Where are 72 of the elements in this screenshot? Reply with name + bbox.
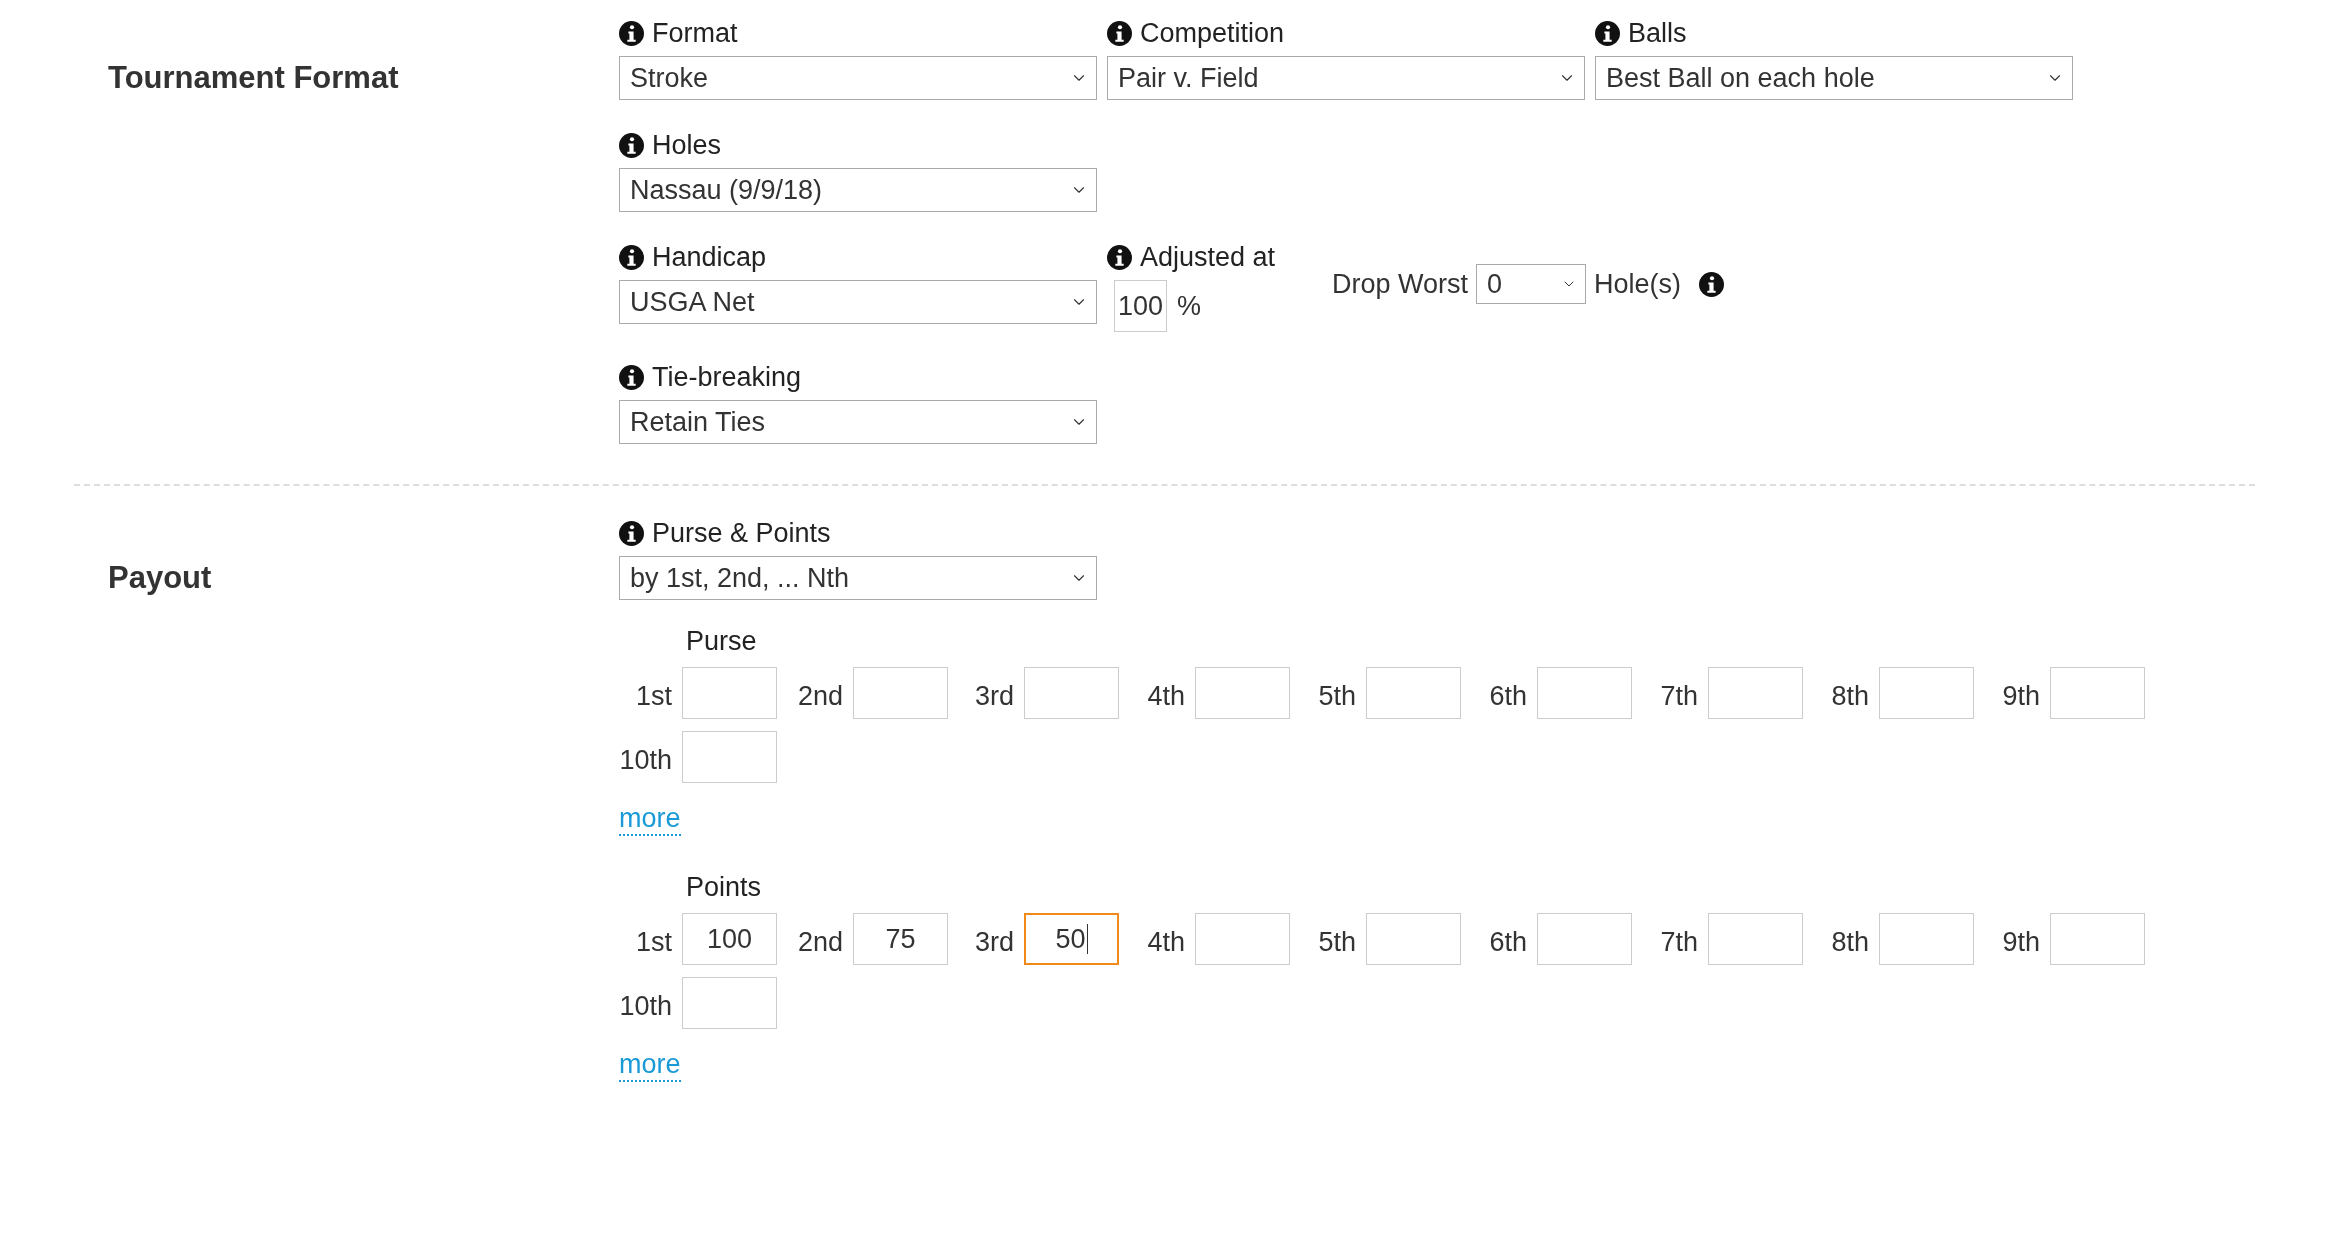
field-label: Balls (1595, 16, 2073, 50)
place-label: 7th (1659, 680, 1698, 712)
info-icon[interactable] (619, 132, 644, 158)
place-label: 10th (619, 744, 672, 776)
place-input[interactable] (1879, 667, 1974, 719)
place-label: 9th (2001, 680, 2040, 712)
field-label: Tie-breaking (619, 360, 1097, 394)
place-input[interactable] (1879, 913, 1974, 965)
place-label: 9th (2001, 926, 2040, 958)
place-input[interactable] (1708, 913, 1803, 965)
field-label: Purse & Points (619, 516, 1097, 550)
dropdown[interactable]: Nassau (9/9/18) (619, 168, 1097, 212)
group-title: Purse (685, 626, 758, 657)
info-icon[interactable] (619, 20, 644, 46)
place-input[interactable] (682, 977, 777, 1029)
place-label: 2nd (796, 926, 843, 958)
dropdown[interactable]: Stroke (619, 56, 1097, 100)
place-label: 1st (634, 680, 672, 712)
info-icon[interactable] (619, 364, 644, 390)
place-label: 10th (619, 990, 672, 1022)
unit-label: % (1177, 290, 1201, 322)
place-input[interactable] (1708, 667, 1803, 719)
field-label: Format (619, 16, 1097, 50)
place-label: 6th (1488, 680, 1527, 712)
place-input[interactable] (2050, 667, 2145, 719)
place-input[interactable]: 75 (853, 913, 948, 965)
group-title: Points (685, 872, 763, 903)
place-label: 8th (1830, 926, 1869, 958)
info-icon[interactable] (619, 520, 644, 546)
place-input[interactable] (2050, 913, 2145, 965)
text-cursor (1086, 924, 1088, 954)
dropdown[interactable]: Pair v. Field (1107, 56, 1585, 100)
place-input[interactable] (1366, 667, 1461, 719)
place-label: 7th (1659, 926, 1698, 958)
place-input[interactable] (682, 731, 777, 783)
place-label: 4th (1146, 680, 1185, 712)
place-input[interactable] (1537, 913, 1632, 965)
place-label: 2nd (796, 680, 843, 712)
dropdown[interactable]: USGA Net (619, 280, 1097, 324)
field-label: Handicap (619, 240, 1097, 274)
info-icon[interactable] (1595, 20, 1620, 46)
place-input[interactable] (1537, 667, 1632, 719)
section-title: Payout (107, 560, 213, 597)
place-input[interactable]: 100 (682, 913, 777, 965)
place-input[interactable] (853, 667, 948, 719)
place-label: 3rd (973, 680, 1014, 712)
info-icon[interactable] (1107, 20, 1132, 46)
info-icon[interactable] (1107, 244, 1132, 270)
field-label: Hole(s) (1594, 268, 1682, 300)
place-label: 1st (634, 926, 672, 958)
place-input[interactable] (682, 667, 777, 719)
place-input[interactable] (1366, 913, 1461, 965)
dropdown[interactable]: 0 (1476, 264, 1587, 304)
dropdown[interactable]: by 1st, 2nd, ... Nth (619, 556, 1097, 600)
place-label: 5th (1317, 926, 1356, 958)
dropdown[interactable]: Retain Ties (619, 400, 1097, 444)
field-label: Holes (619, 128, 1097, 162)
place-label: 8th (1830, 680, 1869, 712)
place-input[interactable]: 50 (1024, 913, 1119, 965)
place-input[interactable] (1195, 667, 1290, 719)
place-input[interactable] (1195, 913, 1290, 965)
info-icon[interactable] (619, 244, 644, 270)
place-input[interactable] (1024, 667, 1119, 719)
field-label: Competition (1107, 16, 1585, 50)
place-label: 3rd (973, 926, 1014, 958)
place-label: 4th (1146, 926, 1185, 958)
dropdown[interactable]: Best Ball on each hole (1595, 56, 2073, 100)
number-input[interactable]: 100 (1114, 280, 1167, 332)
info-icon[interactable] (1699, 271, 1725, 297)
place-label: 5th (1317, 680, 1356, 712)
section-title: Tournament Format (107, 60, 400, 97)
place-label: 6th (1488, 926, 1527, 958)
